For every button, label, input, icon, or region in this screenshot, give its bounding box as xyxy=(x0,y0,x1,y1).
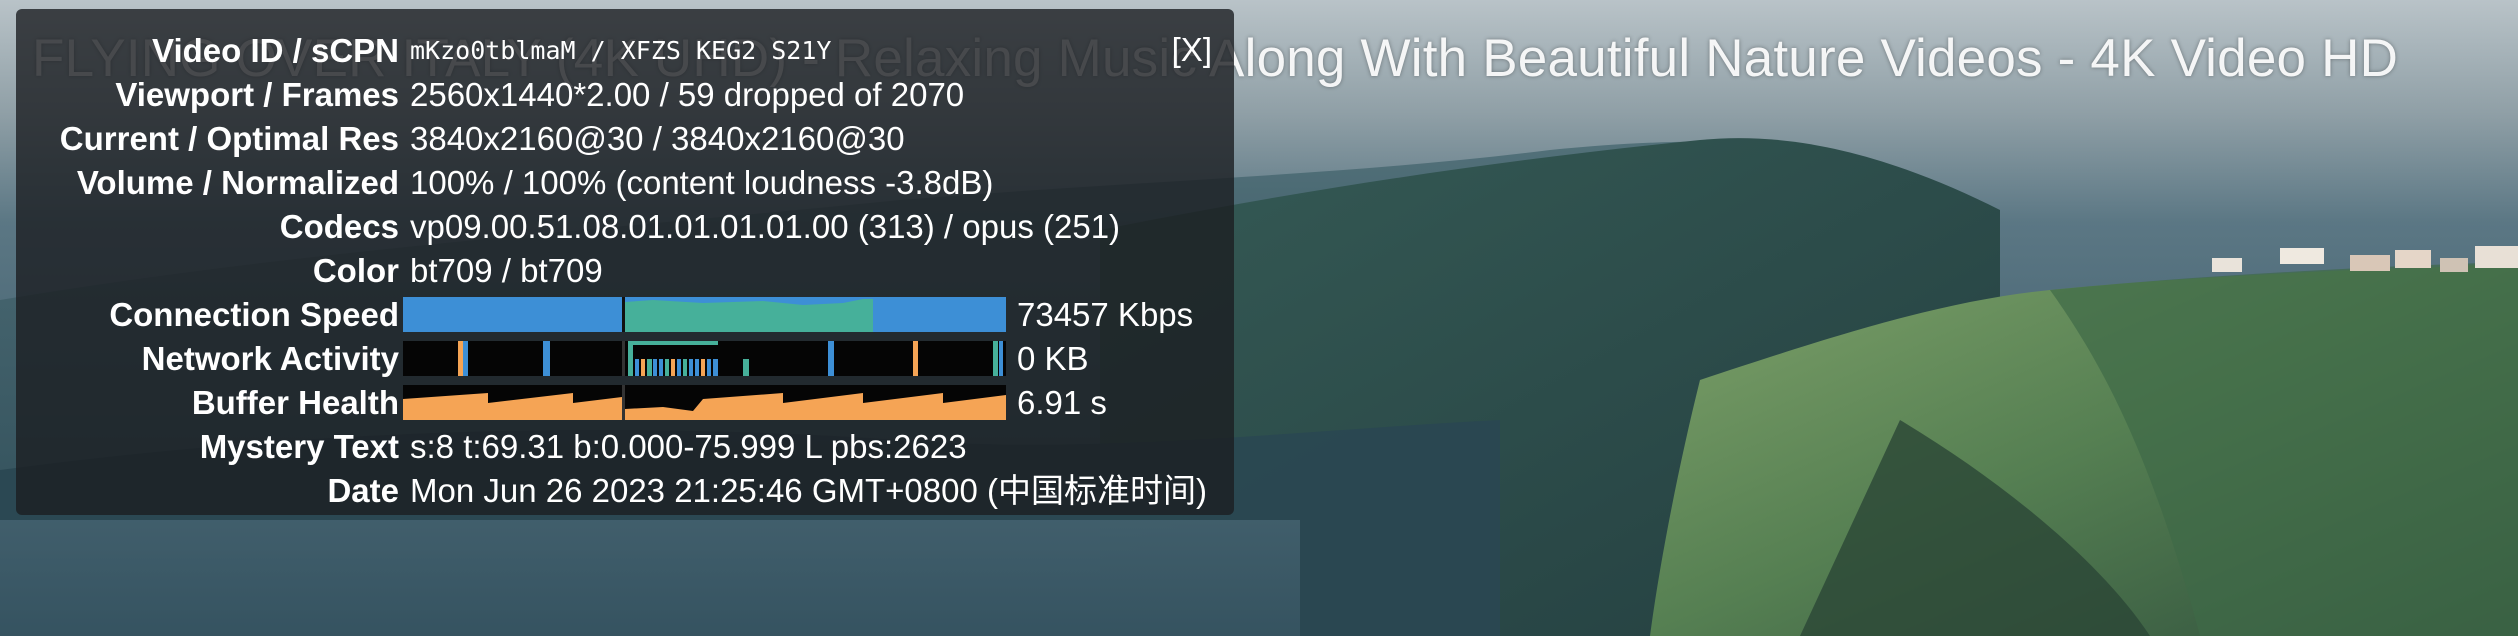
stats-label: Network Activity xyxy=(141,340,399,377)
stats-label: Viewport / Frames xyxy=(115,76,399,113)
video-player[interactable]: FLYING OVER ITALY (4K UHD) - Relaxing Mu… xyxy=(0,0,2518,636)
stats-label: Codecs xyxy=(279,208,399,245)
graph-spike xyxy=(683,359,687,376)
graph-spike xyxy=(993,341,998,376)
stats-row-mystery-text: Mystery Text s:8 t:69.31 b:0.000-75.999 … xyxy=(16,425,1234,469)
stats-row-date: Date Mon Jun 26 2023 21:25:46 GMT+0800 (… xyxy=(16,469,1234,513)
stats-for-nerds-panel: [X] Video ID / sCPN mKzo0tblmaM / XFZS K… xyxy=(16,9,1234,515)
graph-spike xyxy=(463,341,468,376)
stats-label: Buffer Health xyxy=(191,384,399,421)
graph-spike xyxy=(689,359,693,376)
stats-value[interactable]: bt709 / bt709 xyxy=(410,249,603,293)
graph-spike xyxy=(713,359,718,376)
stats-row-network-activity: Network Activity 0 KB xyxy=(16,337,1234,381)
stats-row-video-id: Video ID / sCPN mKzo0tblmaM / XFZS KEG2 … xyxy=(16,29,1234,73)
stats-label: Color xyxy=(312,252,399,289)
stats-value[interactable]: 100% / 100% (content loudness -3.8dB) xyxy=(410,161,993,205)
graph-spike xyxy=(665,359,669,376)
graph-spike xyxy=(743,359,749,376)
graph-divider xyxy=(622,341,625,376)
graph-spike xyxy=(701,359,705,376)
buffer-health-graph xyxy=(403,385,1006,420)
stats-value[interactable]: mKzo0tblmaM / XFZS KEG2 S21Y xyxy=(410,29,831,73)
graph-spike xyxy=(635,359,639,376)
stats-value[interactable]: Mon Jun 26 2023 21:25:46 GMT+0800 (中国标准时… xyxy=(410,469,1207,513)
stats-value[interactable]: 73457 Kbps xyxy=(1017,293,1193,337)
graph-spike xyxy=(913,341,918,376)
graph-divider xyxy=(622,385,625,420)
stats-value[interactable]: s:8 t:69.31 b:0.000-75.999 L pbs:2623 xyxy=(410,425,967,469)
stats-value[interactable]: 0 KB xyxy=(1017,337,1089,381)
connection-speed-graph xyxy=(403,297,1006,332)
graph-spike xyxy=(671,359,675,376)
stats-row-codecs: Codecs vp09.00.51.08.01.01.01.01.00 (313… xyxy=(16,205,1234,249)
stats-row-resolution: Current / Optimal Res 3840x2160@30 / 384… xyxy=(16,117,1234,161)
graph-spike xyxy=(628,341,633,376)
stats-label: Date xyxy=(327,472,399,509)
stats-row-viewport-frames: Viewport / Frames 2560x1440*2.00 / 59 dr… xyxy=(16,73,1234,117)
stats-label: Current / Optimal Res xyxy=(59,120,399,157)
stats-label: Mystery Text xyxy=(199,428,399,465)
stats-row-buffer-health: Buffer Health 6.91 s xyxy=(16,381,1234,425)
stats-value[interactable]: 3840x2160@30 / 3840x2160@30 xyxy=(410,117,905,161)
stats-label: Connection Speed xyxy=(109,296,399,333)
stats-row-color: Color bt709 / bt709 xyxy=(16,249,1234,293)
graph-spike xyxy=(543,341,550,376)
stats-value[interactable]: vp09.00.51.08.01.01.01.01.00 (313) / opu… xyxy=(410,205,1120,249)
graph-spike xyxy=(707,359,711,376)
graph-spike xyxy=(999,341,1003,376)
stats-label: Volume / Normalized xyxy=(76,164,399,201)
stats-row-volume: Volume / Normalized 100% / 100% (content… xyxy=(16,161,1234,205)
graph-divider xyxy=(622,297,625,332)
graph-spike xyxy=(659,359,663,376)
stats-value[interactable]: 2560x1440*2.00 / 59 dropped of 2070 xyxy=(410,73,964,117)
graph-spike xyxy=(628,341,718,345)
graph-spike xyxy=(653,359,657,376)
graph-spike xyxy=(677,359,681,376)
graph-spike xyxy=(695,359,699,376)
stats-label: Video ID / sCPN xyxy=(152,32,399,69)
stats-value[interactable]: 6.91 s xyxy=(1017,381,1107,425)
graph-spike xyxy=(641,359,645,376)
graph-spike xyxy=(828,341,834,376)
graph-spike xyxy=(647,359,652,376)
network-activity-graph xyxy=(403,341,1006,376)
stats-row-connection-speed: Connection Speed 73457 Kbps xyxy=(16,293,1234,337)
